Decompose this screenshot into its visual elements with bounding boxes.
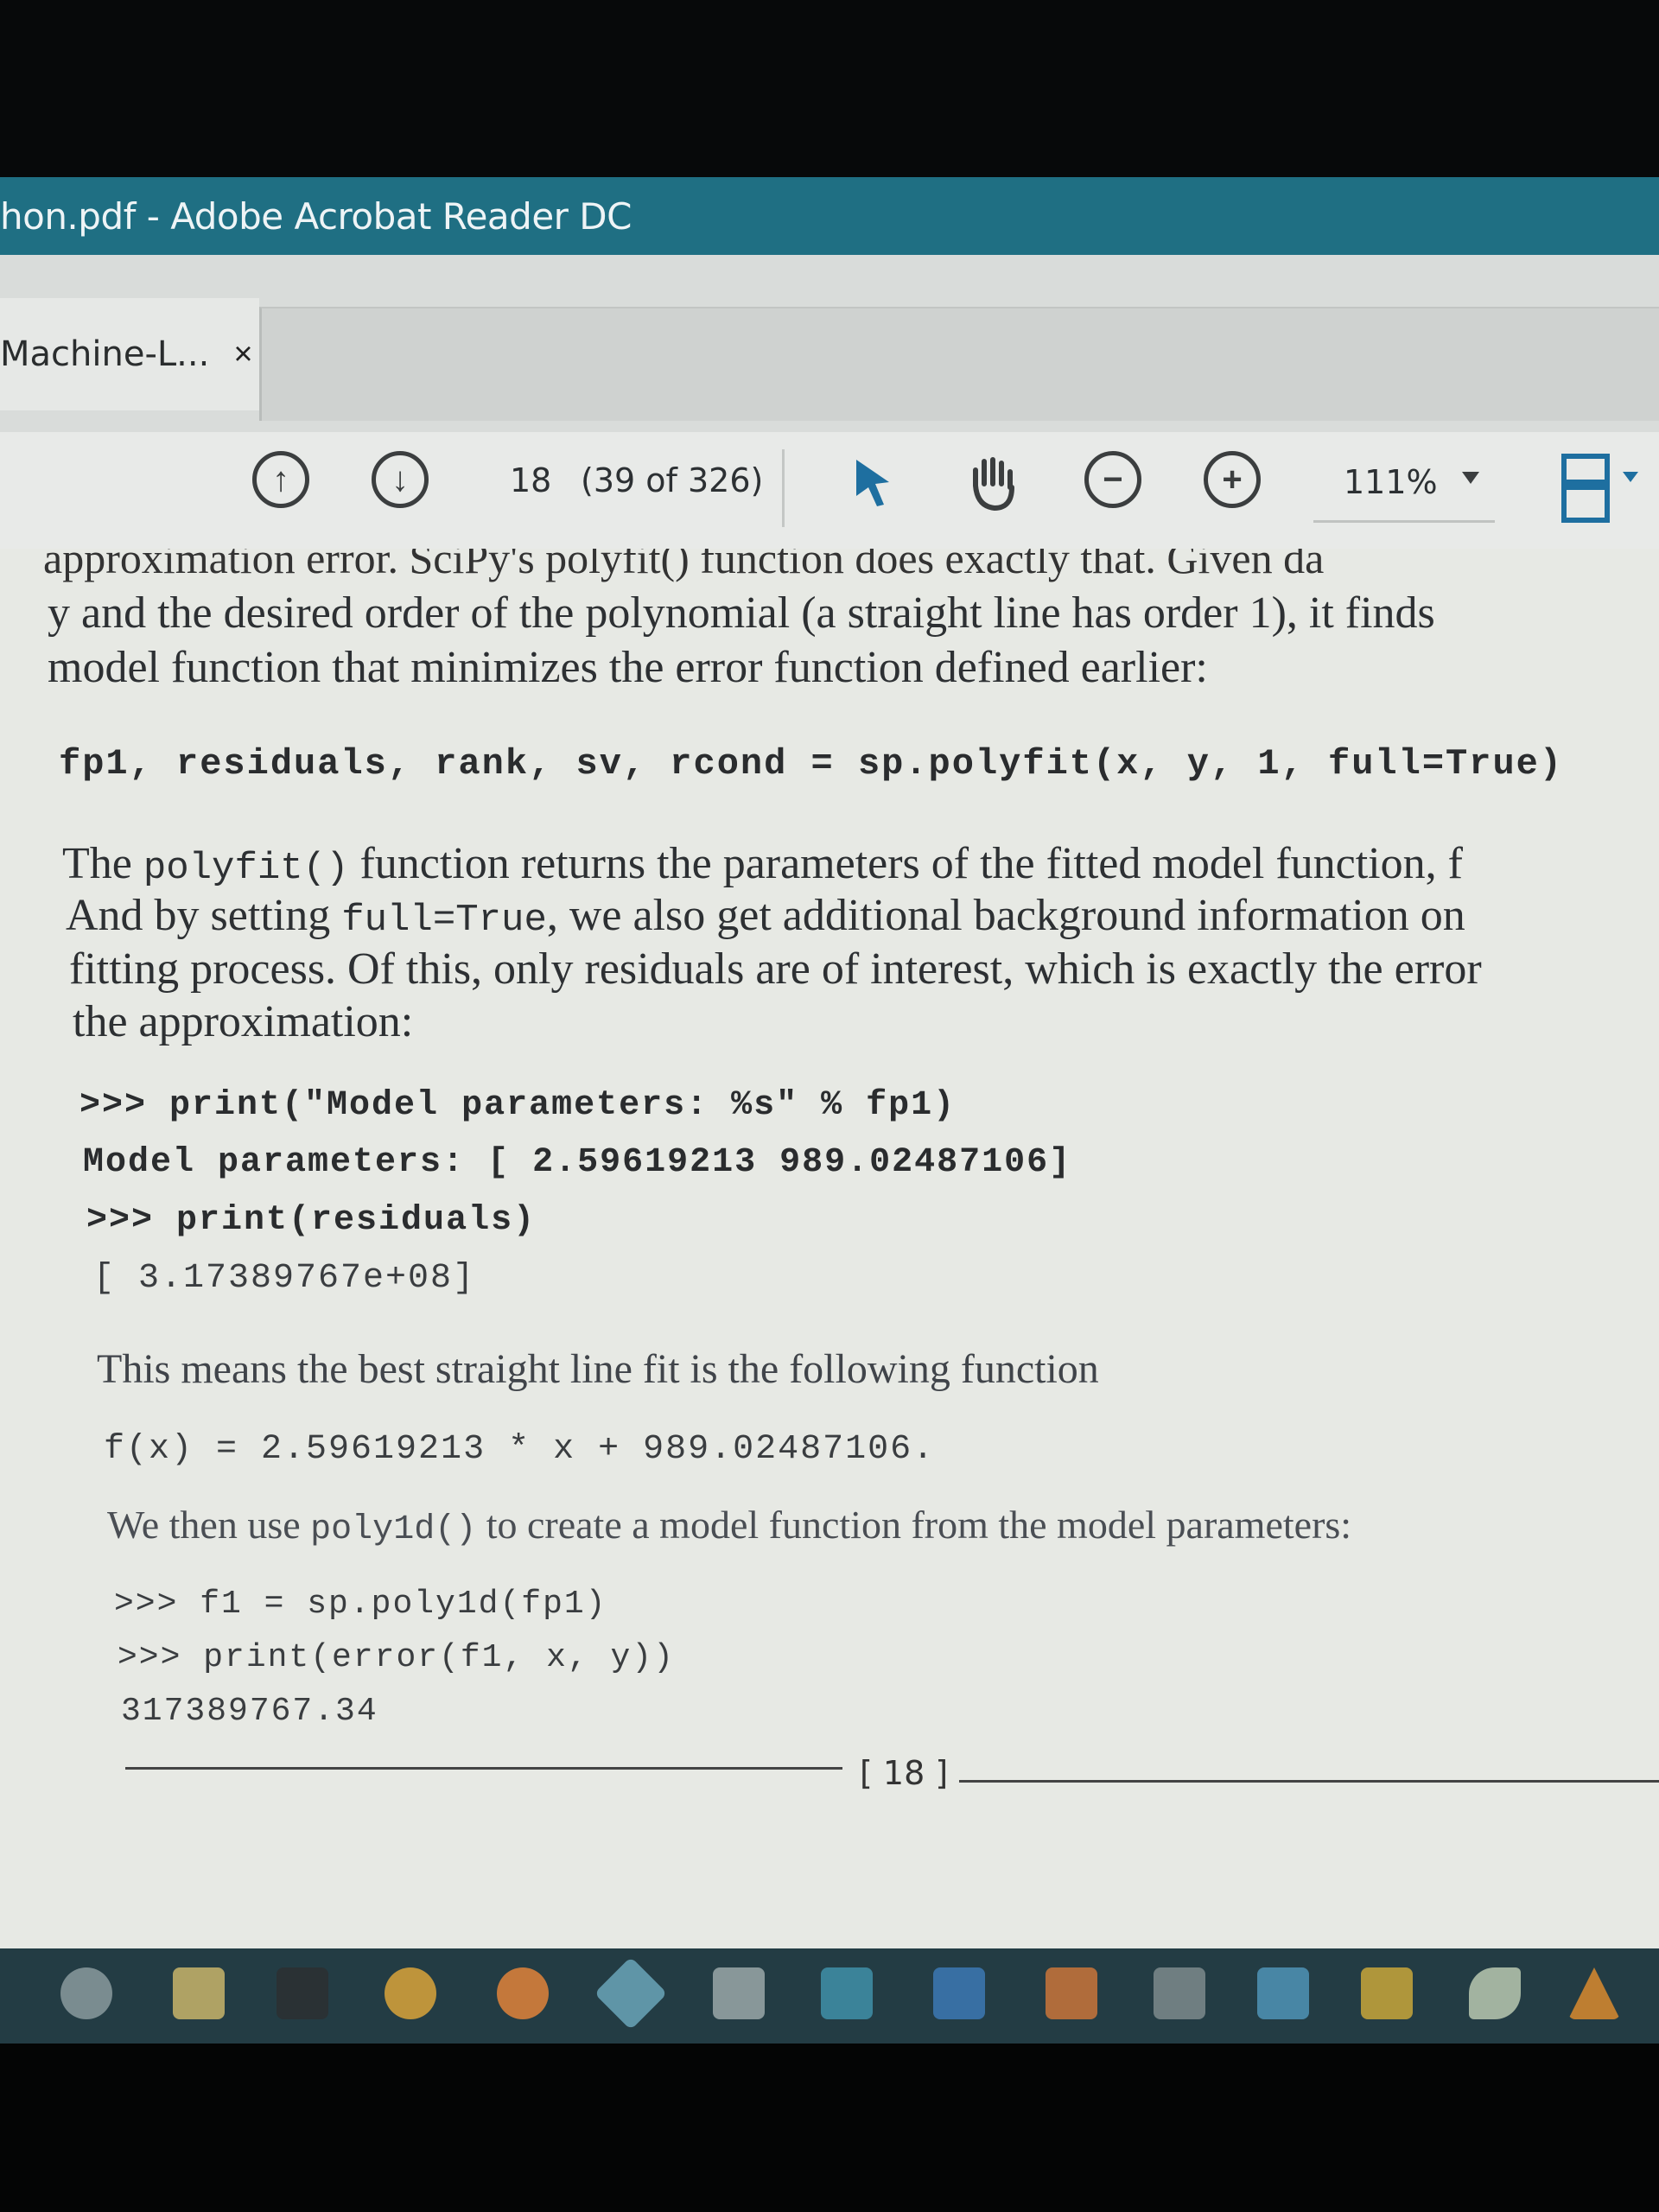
text-span: to create a model function from the mode… (476, 1503, 1352, 1547)
zoom-dropdown-icon[interactable] (1460, 470, 1481, 486)
paragraph-line: model function that minimizes the error … (48, 643, 1208, 692)
inline-code: polyfit() (143, 847, 349, 890)
code-line: Model parameters: [ 2.59619213 989.02487… (83, 1143, 1072, 1182)
app-leaf-icon[interactable] (1469, 1967, 1521, 2019)
zoom-in-button[interactable]: + (1204, 451, 1261, 508)
document-tab-label: Machine-L... (0, 334, 210, 374)
paragraph-line: We then use poly1d() to create a model f… (107, 1499, 1351, 1556)
formula-line: f(x) = 2.59619213 * x + 989.02487106. (104, 1430, 936, 1469)
text-span: function returns the parameters of the f… (348, 839, 1463, 888)
zoom-level-field[interactable]: 111% (1313, 449, 1495, 523)
paragraph-line: y and the desired order of the polynomia… (48, 588, 1435, 638)
code-line: [ 3.17389767e+08] (93, 1259, 476, 1298)
page-toolbar: ↑ ↓ 18 (39 of 326) − + 111% (0, 432, 1659, 550)
app-orange-icon[interactable] (1046, 1967, 1097, 2019)
app-blue-icon[interactable] (1257, 1967, 1309, 2019)
chrome-icon[interactable] (385, 1967, 436, 2019)
tab-strip (259, 307, 1659, 421)
code-line: >>> print("Model parameters: %s" % fp1) (79, 1086, 957, 1125)
monitor-bezel-top (0, 0, 1659, 177)
zoom-out-button[interactable]: − (1084, 451, 1141, 508)
code-line: >>> print(residuals) (86, 1201, 537, 1240)
code-line: 317389767.34 (121, 1693, 378, 1730)
app-yellow-icon[interactable] (1361, 1967, 1413, 2019)
plus-icon: + (1222, 460, 1243, 499)
zoom-level-value: 111% (1344, 463, 1438, 501)
app-icon[interactable] (594, 1956, 668, 2031)
pdf-page: approximation error. SciPy's polyfit() f… (0, 549, 1659, 1948)
toolbar-divider (782, 449, 785, 527)
paragraph-line: The polyfit() function returns the param… (62, 838, 1463, 894)
file-explorer-icon[interactable] (173, 1967, 225, 2019)
arrow-down-icon: ↓ (391, 460, 409, 499)
close-tab-icon[interactable]: × (233, 336, 252, 373)
monitor-bezel-bottom (0, 2044, 1659, 2212)
text-span: , we also get additional background info… (546, 891, 1465, 940)
paragraph-line: the approximation: (73, 997, 414, 1046)
fit-page-icon[interactable] (1555, 449, 1642, 527)
mail-icon[interactable] (821, 1967, 873, 2019)
firefox-icon[interactable] (497, 1967, 549, 2019)
code-line: >>> print(error(f1, x, y)) (118, 1639, 675, 1676)
paragraph-line: And by setting full=True, we also get ad… (66, 890, 1465, 946)
code-line: >>> f1 = sp.poly1d(fp1) (114, 1586, 607, 1623)
arrow-up-icon: ↑ (272, 460, 289, 499)
settings-icon[interactable] (60, 1967, 112, 2019)
calculator-icon[interactable] (713, 1967, 765, 2019)
footer-rule-right (959, 1780, 1659, 1783)
cut-off-text-line: approximation error. SciPy's polyfit() f… (43, 549, 1325, 582)
vlc-icon[interactable] (1568, 1967, 1620, 2019)
next-page-button[interactable]: ↓ (372, 451, 429, 508)
page-of-total: (39 of 326) (581, 461, 764, 499)
paragraph-line: This means the best straight line fit is… (97, 1346, 1099, 1392)
visual-studio-icon[interactable] (933, 1967, 985, 2019)
tab-bar: Machine-L... × (0, 255, 1659, 458)
app-gray-icon[interactable] (1154, 1967, 1205, 2019)
previous-page-button[interactable]: ↑ (252, 451, 309, 508)
window-titlebar: hon.pdf - Adobe Acrobat Reader DC (0, 177, 1659, 255)
text-span: We then use (107, 1503, 311, 1547)
terminal-icon[interactable] (276, 1967, 328, 2019)
text-span: The (62, 839, 143, 888)
page-footer-number: [ 18 ] (860, 1754, 949, 1792)
page-number-input[interactable]: 18 (510, 461, 551, 499)
windows-taskbar (0, 1948, 1659, 2044)
inline-code: poly1d() (310, 1510, 477, 1549)
text-span: And by setting (66, 891, 342, 940)
code-line: fp1, residuals, rank, sv, rcond = sp.pol… (59, 743, 1564, 785)
inline-code: full=True (341, 899, 547, 942)
select-cursor-icon[interactable] (851, 456, 894, 508)
footer-rule-left (125, 1767, 842, 1770)
minus-icon: − (1103, 460, 1123, 499)
window-title: hon.pdf - Adobe Acrobat Reader DC (0, 194, 632, 238)
hand-tool-icon[interactable] (963, 451, 1026, 513)
paragraph-line: fitting process. Of this, only residuals… (69, 944, 1482, 994)
document-tab[interactable]: Machine-L... × (0, 298, 259, 410)
